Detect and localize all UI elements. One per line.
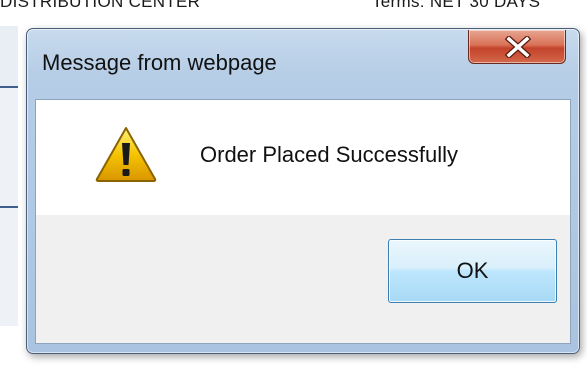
background-page-header: DISTRIBUTION CENTER Terms: NET 30 DAYS xyxy=(0,0,587,26)
background-distribution-label: DISTRIBUTION CENTER xyxy=(0,0,201,11)
background-page-edge xyxy=(0,26,18,326)
message-area: Order Placed Successfully xyxy=(36,100,570,215)
alert-dialog: Message from webpage Order Placed Succes… xyxy=(26,28,580,354)
close-icon xyxy=(505,36,531,58)
dialog-message: Order Placed Successfully xyxy=(200,142,458,167)
background-terms-label: Terms: NET 30 DAYS xyxy=(372,0,541,11)
warning-icon xyxy=(95,127,157,182)
dialog-title: Message from webpage xyxy=(42,50,277,75)
close-button[interactable] xyxy=(468,30,566,64)
dialog-content: Order Placed Successfully OK xyxy=(35,99,571,344)
ok-button[interactable]: OK xyxy=(388,239,557,303)
